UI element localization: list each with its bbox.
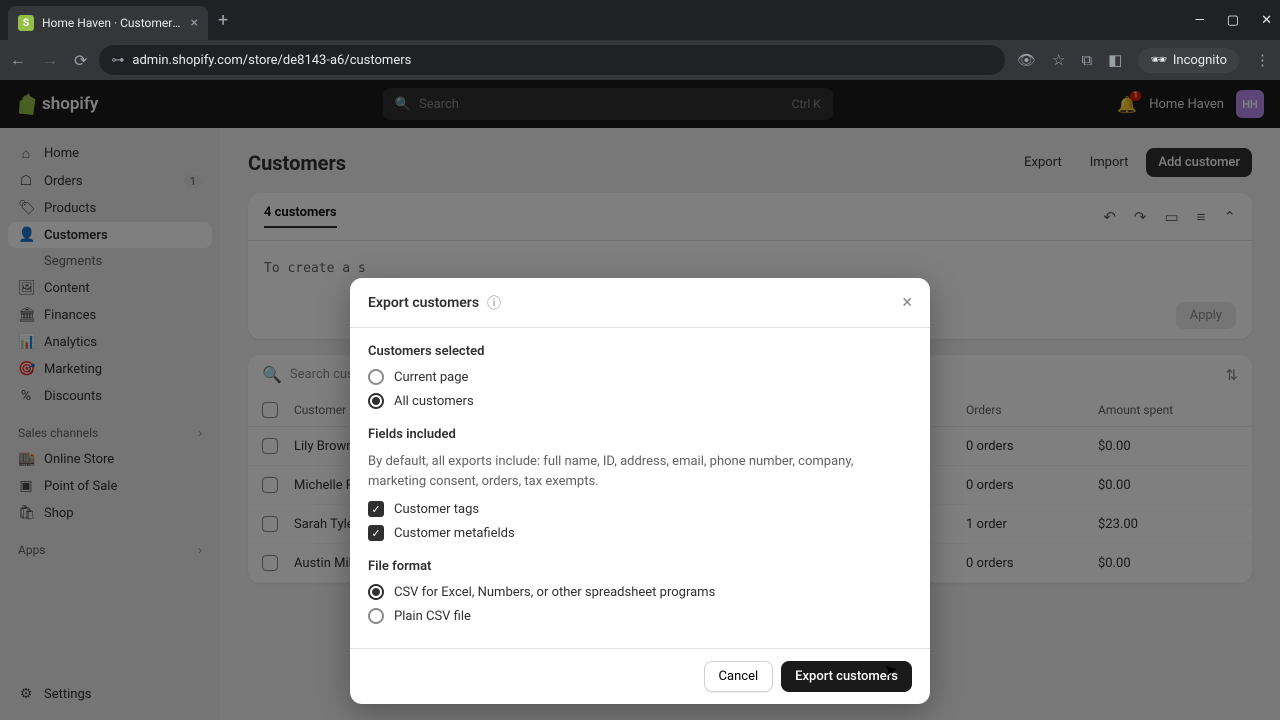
export-customers-modal: Export customers ⓘ × Customers selected …: [350, 278, 930, 704]
checkbox-customer-metafields[interactable]: ✓ Customer metafields: [368, 525, 912, 541]
close-window-icon[interactable]: ✕: [1261, 13, 1272, 28]
section-fields-included: Fields included: [368, 427, 912, 442]
checkbox-icon: ✓: [368, 501, 384, 517]
cancel-button[interactable]: Cancel: [704, 661, 774, 692]
back-icon[interactable]: ←: [10, 50, 26, 70]
eye-off-icon[interactable]: 👁: [1017, 51, 1036, 69]
section-file-format: File format: [368, 559, 912, 574]
incognito-badge[interactable]: 🕶 Incognito: [1138, 48, 1239, 73]
modal-close-icon[interactable]: ×: [902, 292, 912, 313]
radio-all-customers[interactable]: All customers: [368, 393, 912, 409]
browser-tab[interactable]: S Home Haven · Customers · Sho... ×: [8, 6, 208, 40]
window-controls: — ▢ ✕: [1195, 13, 1272, 28]
radio-plain-csv[interactable]: Plain CSV file: [368, 608, 912, 624]
extensions-icon[interactable]: ⧉: [1081, 51, 1092, 69]
shopify-favicon: S: [18, 15, 34, 31]
address-bar[interactable]: ⊶ admin.shopify.com/store/de8143-a6/cust…: [99, 45, 1005, 75]
radio-current-page[interactable]: Current page: [368, 369, 912, 385]
minimize-icon[interactable]: —: [1195, 13, 1205, 28]
tab-close-icon[interactable]: ×: [191, 15, 198, 31]
radio-icon: [368, 393, 384, 409]
radio-icon: [368, 608, 384, 624]
reload-icon[interactable]: ⟳: [74, 51, 87, 70]
radio-icon: [368, 369, 384, 385]
info-icon[interactable]: ⓘ: [487, 293, 501, 313]
app-frame: shopify 🔍 Search Ctrl K 🔔1 Home Haven HH…: [0, 80, 1280, 720]
fields-description: By default, all exports include: full na…: [368, 452, 912, 491]
maximize-icon[interactable]: ▢: [1227, 13, 1239, 28]
browser-tab-strip: S Home Haven · Customers · Sho... × + — …: [0, 0, 1280, 40]
tab-title: Home Haven · Customers · Sho...: [42, 16, 183, 30]
site-info-icon[interactable]: ⊶: [111, 53, 124, 68]
radio-icon: [368, 584, 384, 600]
browser-toolbar: ← → ⟳ ⊶ admin.shopify.com/store/de8143-a…: [0, 40, 1280, 80]
section-customers-selected: Customers selected: [368, 344, 912, 359]
modal-title: Export customers: [368, 295, 479, 311]
checkbox-customer-tags[interactable]: ✓ Customer tags: [368, 501, 912, 517]
sidepanel-icon[interactable]: ◧: [1108, 51, 1122, 69]
checkbox-icon: ✓: [368, 525, 384, 541]
kebab-menu-icon[interactable]: ⋮: [1255, 51, 1270, 69]
forward-icon[interactable]: →: [42, 50, 58, 70]
new-tab-button[interactable]: +: [218, 10, 228, 31]
incognito-icon: 🕶: [1150, 53, 1167, 68]
url-text: admin.shopify.com/store/de8143-a6/custom…: [132, 53, 411, 68]
bookmark-icon[interactable]: ☆: [1052, 51, 1065, 69]
export-customers-submit[interactable]: Export customers: [781, 661, 912, 692]
radio-csv-excel[interactable]: CSV for Excel, Numbers, or other spreads…: [368, 584, 912, 600]
